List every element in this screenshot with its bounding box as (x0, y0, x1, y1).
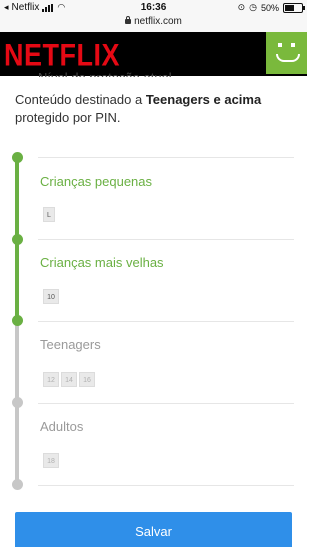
section-divider (38, 485, 294, 486)
status-bar: ◂ Netflix ◠ 16:36 ⊙ ◷ 50% (0, 0, 307, 16)
level-handle[interactable] (12, 479, 23, 490)
avatar-eye-icon (291, 43, 295, 47)
section-divider (38, 157, 294, 158)
level-label-older-kids[interactable]: Crianças mais velhas (40, 255, 164, 270)
section-divider (38, 403, 294, 404)
rating-badge: 10 (43, 289, 59, 304)
avatar-smile-icon (276, 54, 300, 62)
battery-icon (283, 2, 305, 13)
level-handle[interactable] (12, 315, 23, 326)
save-button[interactable]: Salvar (15, 512, 292, 547)
description-prefix: Conteúdo destinado a (15, 92, 146, 107)
rating-badge: 18 (43, 453, 59, 468)
level-handle[interactable] (12, 397, 23, 408)
url-text: netflix.com (134, 16, 182, 27)
level-label-little-kids[interactable]: Crianças pequenas (40, 174, 152, 189)
section-divider (38, 321, 294, 322)
level-handle[interactable] (12, 152, 23, 163)
screen: ◂ Netflix ◠ 16:36 ⊙ ◷ 50% netflix.com NE… (0, 0, 307, 547)
rating-badge: 16 (79, 372, 95, 387)
protection-description: Conteúdo destinado a Teenagers e acima p… (15, 91, 295, 127)
address-bar[interactable]: netflix.com (0, 16, 307, 32)
avatar-eye-icon (278, 43, 282, 47)
rating-badge: 14 (61, 372, 77, 387)
lock-icon (125, 16, 132, 24)
section-divider (38, 239, 294, 240)
status-right: ⊙ ◷ 50% (237, 2, 305, 13)
netflix-logo[interactable]: NETFLIX (4, 38, 120, 74)
level-label-adults[interactable]: Adultos (40, 419, 83, 434)
alarm-icon: ◷ (249, 2, 257, 12)
profile-avatar[interactable] (266, 32, 307, 74)
level-handle[interactable] (12, 234, 23, 245)
rating-badge: 12 (43, 372, 59, 387)
level-label-teens[interactable]: Teenagers (40, 337, 101, 352)
rating-badge: L (43, 207, 55, 222)
page-title: Nível de proteção atual (38, 70, 172, 77)
battery-percent: 50% (260, 2, 279, 13)
description-suffix: protegido por PIN. (15, 110, 121, 125)
orientation-lock-icon: ⊙ (237, 2, 246, 12)
description-bold: Teenagers e acima (145, 92, 262, 107)
